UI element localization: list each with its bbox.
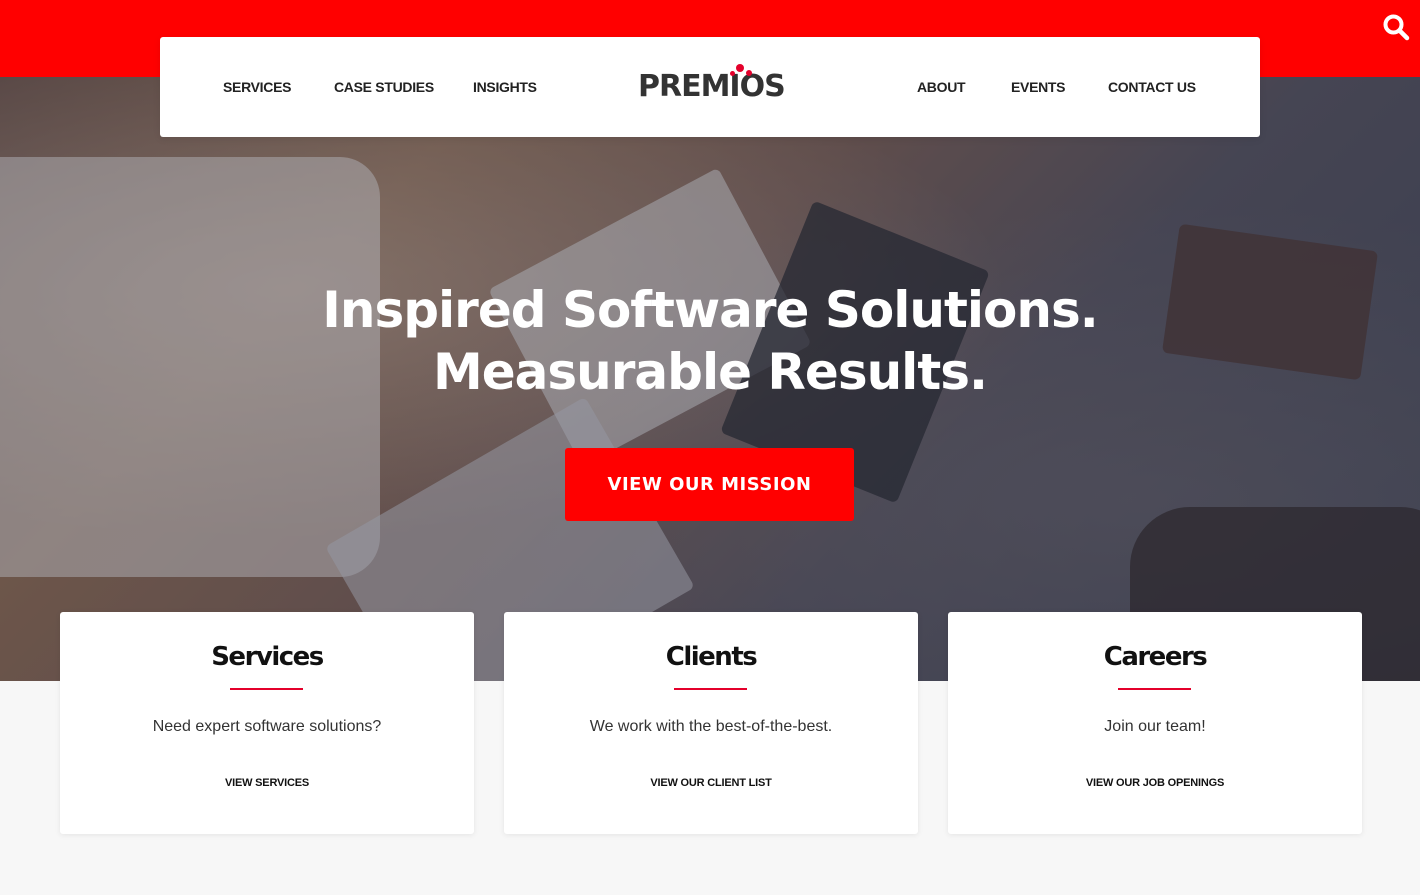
card-description: We work with the best-of-the-best. (589, 718, 833, 735)
card-title: Careers (1103, 642, 1208, 672)
card-divider (1118, 688, 1191, 690)
search-icon[interactable] (1382, 13, 1410, 41)
nav-link-about[interactable]: ABOUT (917, 79, 966, 95)
card-title: Services (211, 642, 324, 672)
hero-section: Inspired Software Solutions. Measurable … (0, 77, 1420, 681)
logo-dot-icon (736, 64, 744, 72)
nav-link-events[interactable]: EVENTS (1011, 79, 1066, 95)
logo-wordmark: PREMIOS (638, 69, 786, 104)
card-title: Clients (665, 642, 758, 672)
nav-link-services[interactable]: SERVICES (223, 79, 291, 95)
logo-dot-icon (746, 70, 752, 76)
card-description: Need expert software solutions? (152, 718, 382, 735)
nav-link-contact-us[interactable]: CONTACT US (1108, 79, 1196, 95)
card-description: Join our team! (1104, 718, 1206, 735)
nav-link-insights[interactable]: INSIGHTS (473, 79, 537, 95)
card-divider (674, 688, 747, 690)
view-job-openings-link[interactable]: VIEW OUR JOB OPENINGS (948, 777, 1362, 789)
nav-link-case-studies[interactable]: CASE STUDIES (334, 79, 434, 95)
premios-logo[interactable]: PREMIOS (638, 63, 788, 107)
careers-card: Careers Join our team! VIEW OUR JOB OPEN… (948, 612, 1362, 834)
hero-headline-line1: Inspired Software Solutions. (322, 281, 1098, 339)
view-client-list-link[interactable]: VIEW OUR CLIENT LIST (504, 777, 918, 789)
view-mission-button[interactable]: VIEW OUR MISSION (565, 448, 854, 521)
view-services-link[interactable]: VIEW SERVICES (60, 777, 474, 789)
logo-dot-icon (730, 71, 735, 76)
main-navigation: SERVICES CASE STUDIES INSIGHTS PREMIOS A… (160, 37, 1260, 137)
clients-card: Clients We work with the best-of-the-bes… (504, 612, 918, 834)
services-card: Services Need expert software solutions?… (60, 612, 474, 834)
hero-headline-line2: Measurable Results. (433, 343, 988, 401)
card-divider (230, 688, 303, 690)
hero-headline: Inspired Software Solutions. Measurable … (0, 279, 1420, 403)
